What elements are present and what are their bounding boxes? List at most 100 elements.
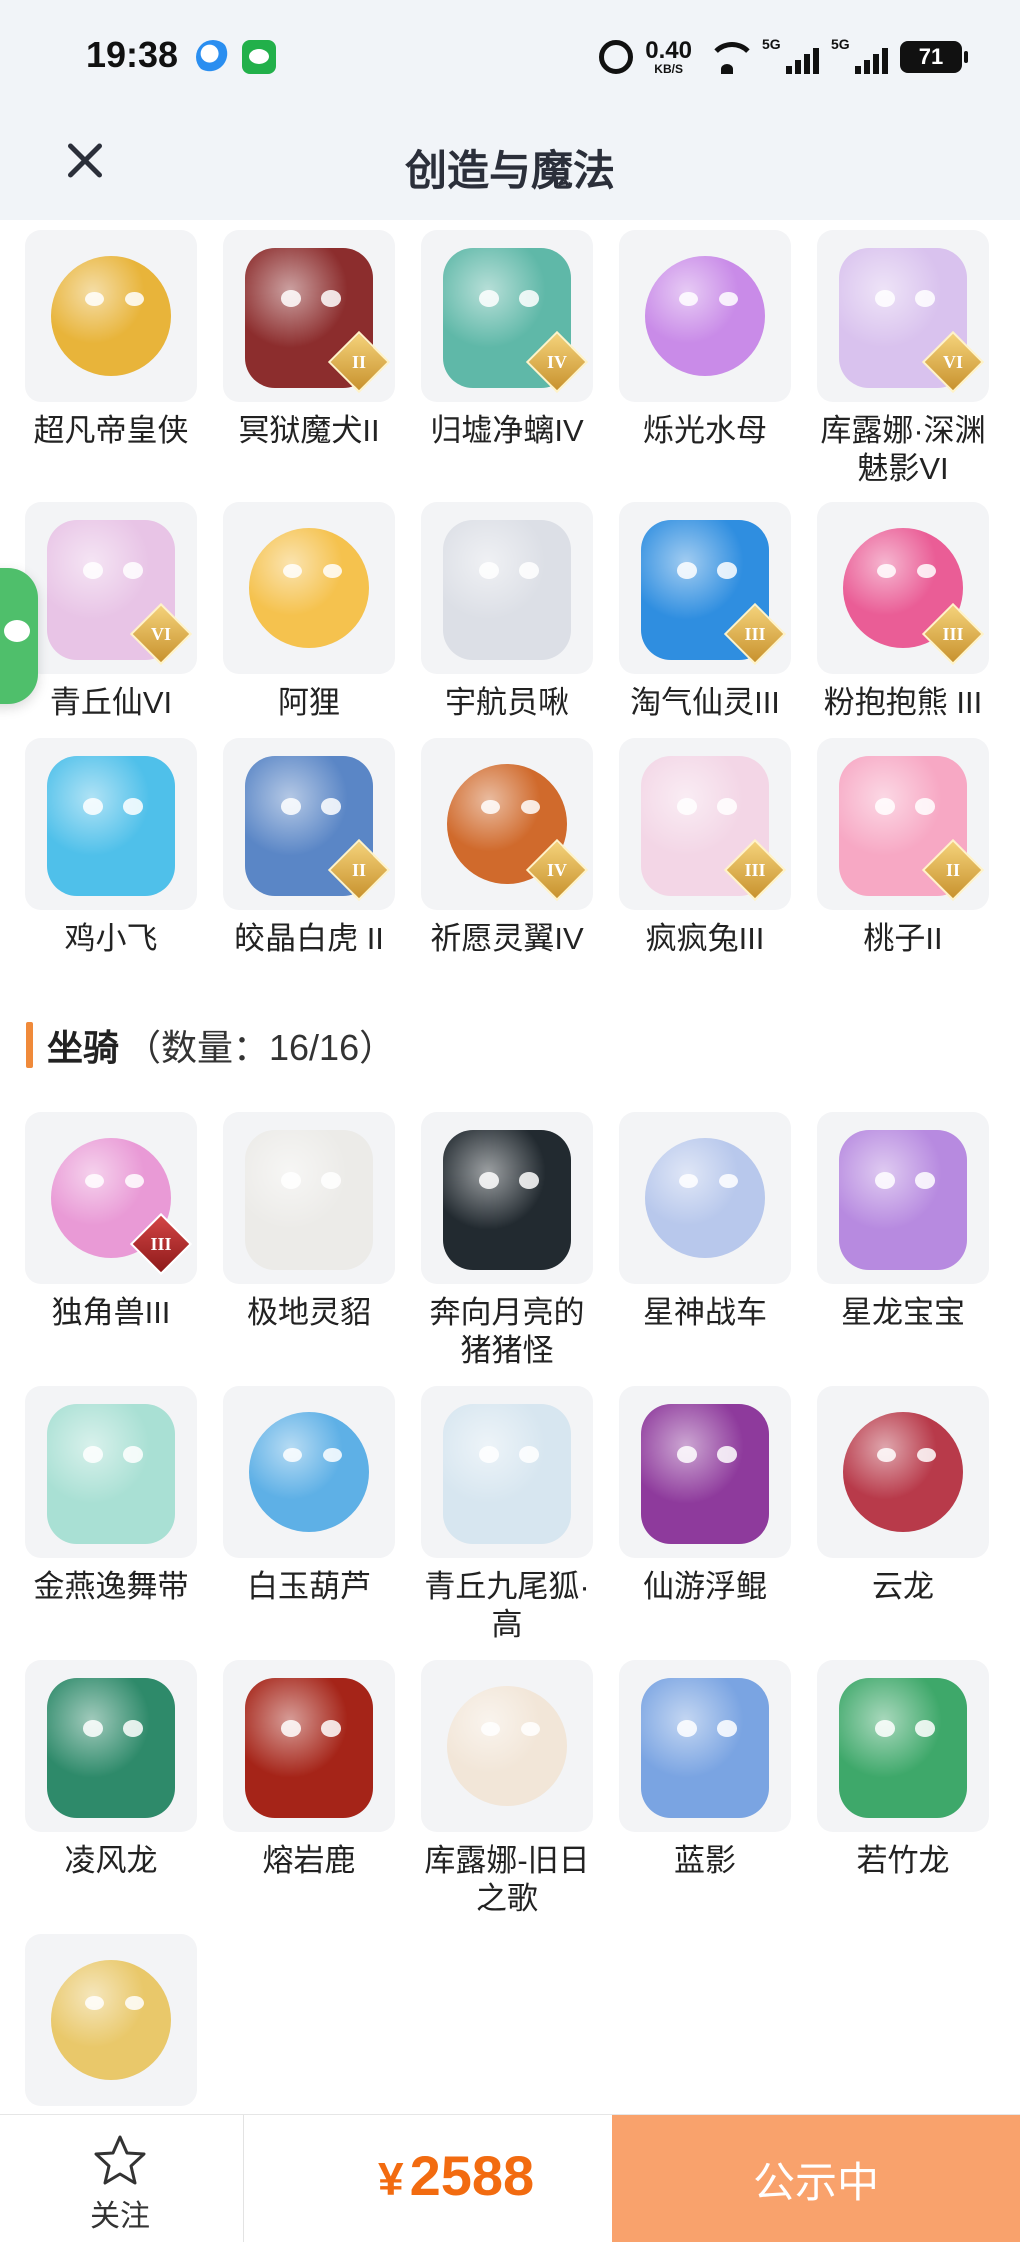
- pet-item[interactable]: III 淘气仙灵III: [610, 502, 800, 722]
- battery-level: 71: [918, 44, 944, 69]
- mount-item[interactable]: 星神战车: [610, 1112, 800, 1332]
- item-name: 皎晶白虎 II: [234, 921, 384, 956]
- item-name: 淘气仙灵III: [630, 685, 780, 720]
- mount-item[interactable]: 云龙: [808, 1386, 998, 1606]
- rank-badge-label: III: [744, 623, 766, 644]
- price: ¥2588: [378, 2143, 534, 2212]
- page-title: 创造与魔法: [404, 147, 615, 194]
- pet-item[interactable]: III 疯疯兔III: [610, 738, 800, 958]
- mount-item[interactable]: 蓝影: [610, 1660, 800, 1880]
- pet-item[interactable]: IV 祈愿灵翼IV: [412, 738, 602, 958]
- mount-item[interactable]: [16, 1934, 206, 2114]
- item-thumbnail: [223, 1386, 395, 1558]
- rank-badge-label: VI: [150, 623, 171, 644]
- item-thumbnail: VI: [817, 230, 989, 402]
- item-thumbnail: [421, 1660, 593, 1832]
- network-speed-value: 0.40: [645, 37, 692, 64]
- qq-browser-notification-icon: [196, 40, 230, 74]
- item-artwork-image: [641, 1678, 769, 1818]
- rank-badge-label: III: [942, 623, 964, 644]
- item-name: 库露娜·深渊魅影VI: [820, 413, 986, 486]
- item-thumbnail: [817, 1112, 989, 1284]
- item-artwork-image: [645, 256, 765, 376]
- pet-item[interactable]: IV 归墟净螭IV: [412, 230, 602, 450]
- section-title: 坐骑: [47, 1027, 120, 1068]
- follow-label: 关注: [90, 2200, 150, 2233]
- mount-item[interactable]: 凌风龙: [16, 1660, 206, 1880]
- item-artwork-image: [245, 1130, 373, 1270]
- pet-item[interactable]: 烁光水母: [610, 230, 800, 450]
- item-thumbnail: IV: [421, 738, 593, 910]
- item-name: 白玉葫芦: [247, 1569, 371, 1604]
- mount-item[interactable]: III 独角兽III: [16, 1112, 206, 1332]
- item-thumbnail: VI: [25, 502, 197, 674]
- item-name: 独角兽III: [51, 1295, 171, 1330]
- item-thumbnail: [817, 1660, 989, 1832]
- pet-item[interactable]: 阿狸: [214, 502, 404, 722]
- pet-item[interactable]: VI 库露娜·深渊魅影VI: [808, 230, 998, 488]
- item-thumbnail: [223, 1112, 395, 1284]
- pet-item[interactable]: 鸡小飞: [16, 738, 206, 958]
- item-thumbnail: [421, 1386, 593, 1558]
- mount-item[interactable]: 极地灵貂: [214, 1112, 404, 1332]
- item-name: 云龙: [872, 1569, 934, 1604]
- mount-item[interactable]: 青丘九尾狐·高: [412, 1386, 602, 1644]
- pet-item[interactable]: II 桃子II: [808, 738, 998, 958]
- network-speed-unit: KB/S: [654, 62, 683, 76]
- alarm-icon: [599, 40, 634, 74]
- item-artwork-image: [47, 756, 175, 896]
- rank-badge-label: II: [351, 859, 366, 880]
- pet-item[interactable]: VI 青丘仙VI: [16, 502, 206, 722]
- item-name: 极地灵貂: [247, 1295, 371, 1330]
- item-thumbnail: [25, 1660, 197, 1832]
- mount-item[interactable]: 熔岩鹿: [214, 1660, 404, 1880]
- item-thumbnail: [619, 230, 791, 402]
- item-artwork-image: [839, 1678, 967, 1818]
- item-thumbnail: [25, 1386, 197, 1558]
- content-scroll-area[interactable]: 超凡帝皇侠 II 冥狱魔犬II IV 归墟净螭IV 烁光水母 VI 库露娜·深渊魅影VI VI 青…: [0, 220, 1020, 2114]
- item-thumbnail: [25, 1934, 197, 2106]
- mount-item[interactable]: 星龙宝宝: [808, 1112, 998, 1332]
- item-artwork-image: [47, 1678, 175, 1818]
- item-artwork-image: [645, 1138, 765, 1258]
- item-thumbnail: [619, 1112, 791, 1284]
- mount-item[interactable]: 若竹龙: [808, 1660, 998, 1880]
- public-display-label: 公示中: [752, 2158, 879, 2206]
- pet-item[interactable]: 超凡帝皇侠: [16, 230, 206, 450]
- item-artwork-image: [249, 528, 369, 648]
- item-name: 阿狸: [278, 685, 340, 720]
- mount-item[interactable]: 仙游浮鲲: [610, 1386, 800, 1606]
- item-thumbnail: II: [223, 738, 395, 910]
- item-name: 宇航员啾: [445, 685, 569, 720]
- pet-item[interactable]: II 冥狱魔犬II: [214, 230, 404, 450]
- item-name: 凌风龙: [64, 1843, 158, 1878]
- rank-badge-label: VI: [942, 351, 963, 372]
- mount-item[interactable]: 奔向月亮的猪猪怪: [412, 1112, 602, 1370]
- pet-item[interactable]: II 皎晶白虎 II: [214, 738, 404, 958]
- item-name: 鸡小飞: [64, 921, 158, 956]
- floating-chat-icon[interactable]: [0, 568, 38, 704]
- price-value: 2588: [409, 2144, 535, 2207]
- item-thumbnail: III: [619, 738, 791, 910]
- item-artwork-image: [443, 520, 571, 660]
- network-speed: 0.40 KB/S: [645, 37, 692, 76]
- pet-item[interactable]: III 粉抱抱熊 III: [808, 502, 998, 722]
- mount-item[interactable]: 金燕逸舞带: [16, 1386, 206, 1606]
- public-display-button[interactable]: 公示中: [612, 2115, 1020, 2242]
- follow-button[interactable]: 关注: [60, 2133, 180, 2233]
- header: 创造与魔法: [0, 115, 1020, 220]
- item-thumbnail: [223, 502, 395, 674]
- item-name: 冥狱魔犬II: [238, 413, 380, 448]
- pet-item[interactable]: 宇航员啾: [412, 502, 602, 722]
- mount-item[interactable]: 白玉葫芦: [214, 1386, 404, 1606]
- signal-label: 5G: [831, 36, 850, 52]
- item-artwork-image: [443, 1130, 571, 1270]
- item-name: 奔向月亮的猪猪怪: [429, 1295, 585, 1368]
- item-name: 超凡帝皇侠: [33, 413, 189, 448]
- rank-badge-label: IV: [546, 351, 567, 372]
- item-name: 青丘九尾狐·高: [424, 1569, 590, 1642]
- item-name: 归墟净螭IV: [430, 413, 584, 448]
- section-count: （数量：16/16）: [125, 1027, 396, 1068]
- item-name: 疯疯兔III: [645, 921, 765, 956]
- mount-item[interactable]: 库露娜-旧日之歌: [412, 1660, 602, 1918]
